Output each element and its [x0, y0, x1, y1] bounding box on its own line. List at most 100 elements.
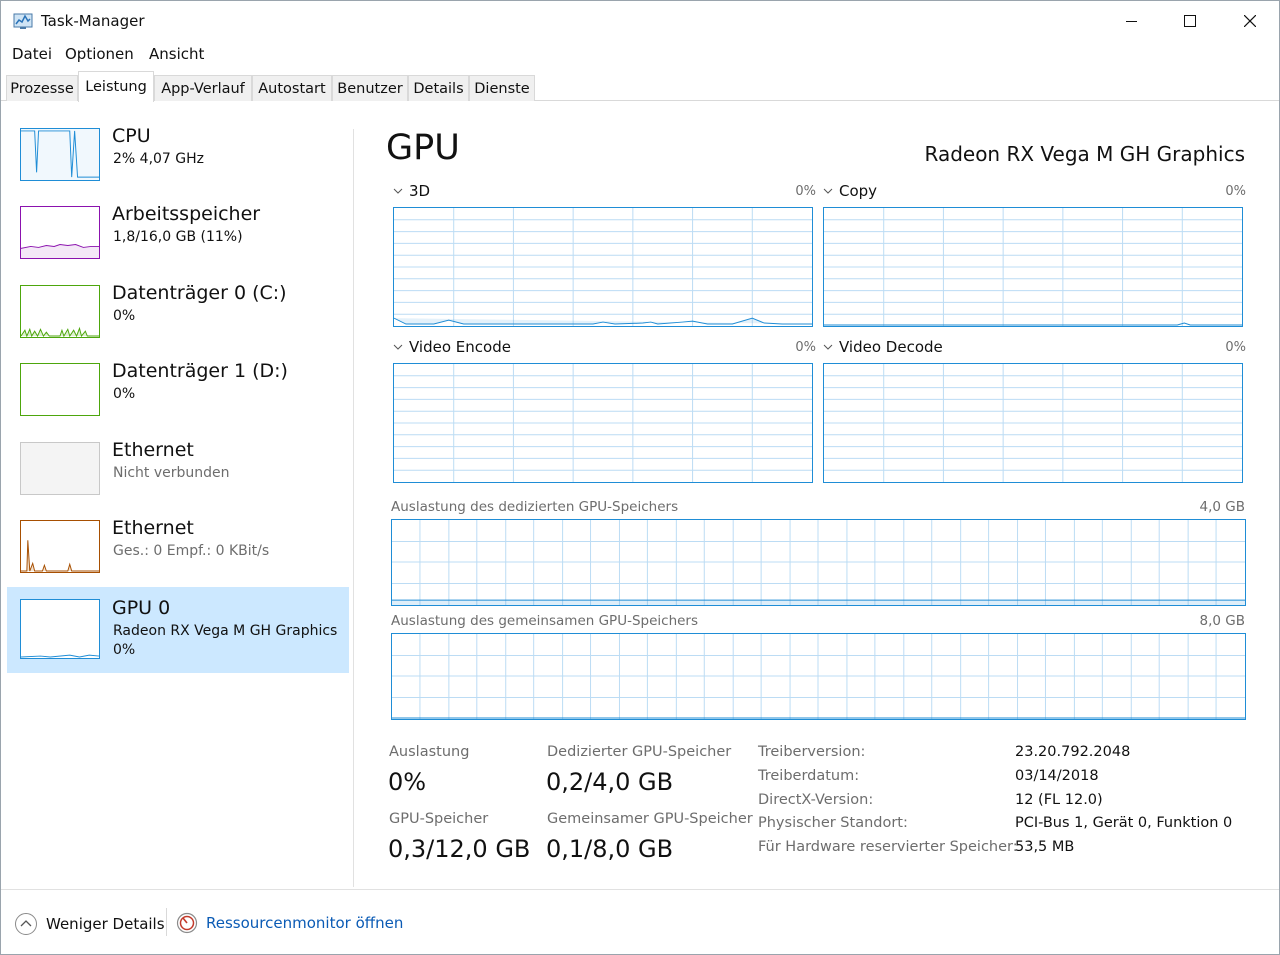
tab-prozesse[interactable]: Prozesse: [6, 75, 78, 101]
driver-date-label: Treiberdatum:: [758, 768, 860, 784]
sidebar-item-title: Datenträger 1 (D:): [112, 360, 288, 382]
dedicated-memory-label: Auslastung des dedizierten GPU-Speichers: [391, 499, 679, 515]
sidebar-item-detail: 0%: [113, 386, 136, 402]
physical-location-label: Physischer Standort:: [758, 815, 908, 831]
reserved-memory-value: 53,5 MB: [1015, 839, 1075, 855]
panel-divider: [353, 129, 354, 887]
less-details-button[interactable]: Weniger Details: [14, 912, 165, 936]
sidebar-item-usage: 0%: [113, 642, 136, 658]
sidebar-item-cpu[interactable]: CPU 2% 4,07 GHz: [7, 101, 349, 187]
tab-leistung[interactable]: Leistung: [78, 71, 154, 102]
performance-sidebar: CPU 2% 4,07 GHz Arbeitsspeicher 1,8/16,0…: [1, 101, 353, 891]
sidebar-item-datentraeger-0[interactable]: Datenträger 0 (C:) 0%: [7, 258, 349, 344]
engine-3d-label: 3D: [409, 182, 431, 200]
engine-video-decode-percent: 0%: [1225, 340, 1246, 355]
menu-datei[interactable]: Datei: [12, 45, 52, 63]
tab-app-verlauf[interactable]: App-Verlauf: [154, 75, 252, 101]
cpu-thumbnail-graph: [20, 128, 100, 181]
tab-autostart[interactable]: Autostart: [252, 75, 332, 101]
chevron-down-icon: [823, 344, 833, 350]
sidebar-item-detail: Nicht verbunden: [113, 465, 230, 481]
task-manager-window: Task-Manager Datei Optionen Ansicht Proz…: [0, 0, 1280, 955]
engine-video-decode-selector[interactable]: Video Decode: [823, 338, 943, 356]
footer-bar: Weniger Details Ressourcenmonitor öffnen: [1, 889, 1279, 955]
sidebar-item-title: Datenträger 0 (C:): [112, 282, 287, 304]
chevron-up-circle-icon: [15, 913, 37, 935]
disk-0-thumbnail-graph: [20, 285, 100, 338]
minimize-icon: [1126, 21, 1137, 22]
sidebar-item-detail: Radeon RX Vega M GH Graphics: [113, 623, 338, 639]
maximize-icon: [1184, 15, 1196, 27]
engine-3d-percent: 0%: [795, 184, 816, 199]
engine-video-decode-label: Video Decode: [839, 338, 943, 356]
sidebar-item-detail: Ges.: 0 Empf.: 0 KBit/s: [113, 543, 270, 559]
directx-version-label: DirectX-Version:: [758, 792, 874, 808]
tab-bar: Prozesse Leistung App-Verlauf Autostart …: [1, 67, 1279, 102]
engine-video-encode-selector[interactable]: Video Encode: [393, 338, 511, 356]
engine-copy-label: Copy: [839, 182, 878, 200]
engine-copy-graph: [823, 207, 1243, 327]
engine-video-decode-graph: [823, 363, 1243, 483]
dedicated-memory-stat-label: Dedizierter GPU-Speicher: [547, 744, 732, 760]
sidebar-item-detail: 1,8/16,0 GB (11%): [113, 229, 243, 245]
gpu-model-name: Radeon RX Vega M GH Graphics: [924, 142, 1245, 166]
sidebar-item-ethernet-disconnected[interactable]: Ethernet Nicht verbunden: [7, 415, 349, 501]
maximize-button[interactable]: [1161, 1, 1219, 41]
dedicated-memory-max: 4,0 GB: [1199, 499, 1245, 515]
physical-location-value: PCI-Bus 1, Gerät 0, Funktion 0: [1015, 815, 1233, 831]
usage-value: 0%: [388, 768, 427, 796]
engine-video-encode-graph: [393, 363, 813, 483]
tab-details[interactable]: Details: [408, 75, 469, 101]
title-bar[interactable]: Task-Manager: [1, 1, 1279, 41]
chevron-down-icon: [823, 188, 833, 194]
sidebar-item-title: CPU: [112, 125, 151, 147]
dedicated-memory-graph: [391, 519, 1246, 606]
close-button[interactable]: [1221, 1, 1279, 41]
sidebar-item-title: Ethernet: [112, 439, 194, 461]
resource-monitor-icon: [176, 912, 198, 934]
minimize-button[interactable]: [1103, 1, 1161, 41]
reserved-memory-label: Für Hardware reservierter Speicher:: [758, 839, 1018, 855]
sidebar-item-ethernet[interactable]: Ethernet Ges.: 0 Empf.: 0 KBit/s: [7, 493, 349, 579]
sidebar-item-title: Ethernet: [112, 517, 194, 539]
chevron-down-icon: [393, 188, 403, 194]
engine-video-encode-label: Video Encode: [409, 338, 511, 356]
tab-benutzer[interactable]: Benutzer: [332, 75, 408, 101]
memory-thumbnail-graph: [20, 206, 100, 259]
shared-memory-stat-value: 0,1/8,0 GB: [546, 835, 674, 863]
ethernet-thumbnail-graph: [20, 520, 100, 573]
engine-video-encode-percent: 0%: [795, 340, 816, 355]
menu-optionen[interactable]: Optionen: [65, 45, 134, 63]
ethernet-thumbnail-graph: [20, 442, 100, 495]
engine-copy-selector[interactable]: Copy: [823, 182, 877, 200]
sidebar-item-detail: 0%: [113, 308, 136, 324]
tab-dienste[interactable]: Dienste: [469, 75, 535, 101]
page-title: GPU: [386, 128, 460, 168]
gpu-memory-value: 0,3/12,0 GB: [388, 835, 531, 863]
chevron-down-icon: [393, 344, 403, 350]
engine-3d-graph: [393, 207, 813, 327]
sidebar-item-gpu-0[interactable]: GPU 0 Radeon RX Vega M GH Graphics 0%: [7, 587, 349, 673]
directx-version-value: 12 (FL 12.0): [1015, 792, 1103, 808]
driver-date-value: 03/14/2018: [1015, 768, 1099, 784]
footer-separator: [166, 908, 167, 936]
sidebar-item-datentraeger-1[interactable]: Datenträger 1 (D:) 0%: [7, 336, 349, 422]
gpu-thumbnail-graph: [20, 599, 100, 659]
shared-memory-graph: [391, 633, 1246, 720]
less-details-label: Weniger Details: [46, 915, 165, 933]
window-title: Task-Manager: [41, 12, 145, 30]
usage-label: Auslastung: [389, 744, 470, 760]
engine-copy-percent: 0%: [1225, 184, 1246, 199]
engine-3d-selector[interactable]: 3D: [393, 182, 430, 200]
sidebar-item-title: Arbeitsspeicher: [112, 203, 261, 225]
shared-memory-label: Auslastung des gemeinsamen GPU-Speichers: [391, 613, 699, 629]
dedicated-memory-stat-value: 0,2/4,0 GB: [546, 768, 674, 796]
resource-monitor-link[interactable]: Ressourcenmonitor öffnen: [176, 912, 403, 934]
shared-memory-max: 8,0 GB: [1199, 613, 1245, 629]
menu-ansicht[interactable]: Ansicht: [149, 45, 204, 63]
sidebar-item-title: GPU 0: [112, 597, 171, 619]
gpu-memory-label: GPU-Speicher: [389, 811, 489, 827]
sidebar-item-arbeitsspeicher[interactable]: Arbeitsspeicher 1,8/16,0 GB (11%): [7, 179, 349, 265]
disk-1-thumbnail-graph: [20, 363, 100, 416]
shared-memory-stat-label: Gemeinsamer GPU-Speicher: [547, 811, 753, 827]
